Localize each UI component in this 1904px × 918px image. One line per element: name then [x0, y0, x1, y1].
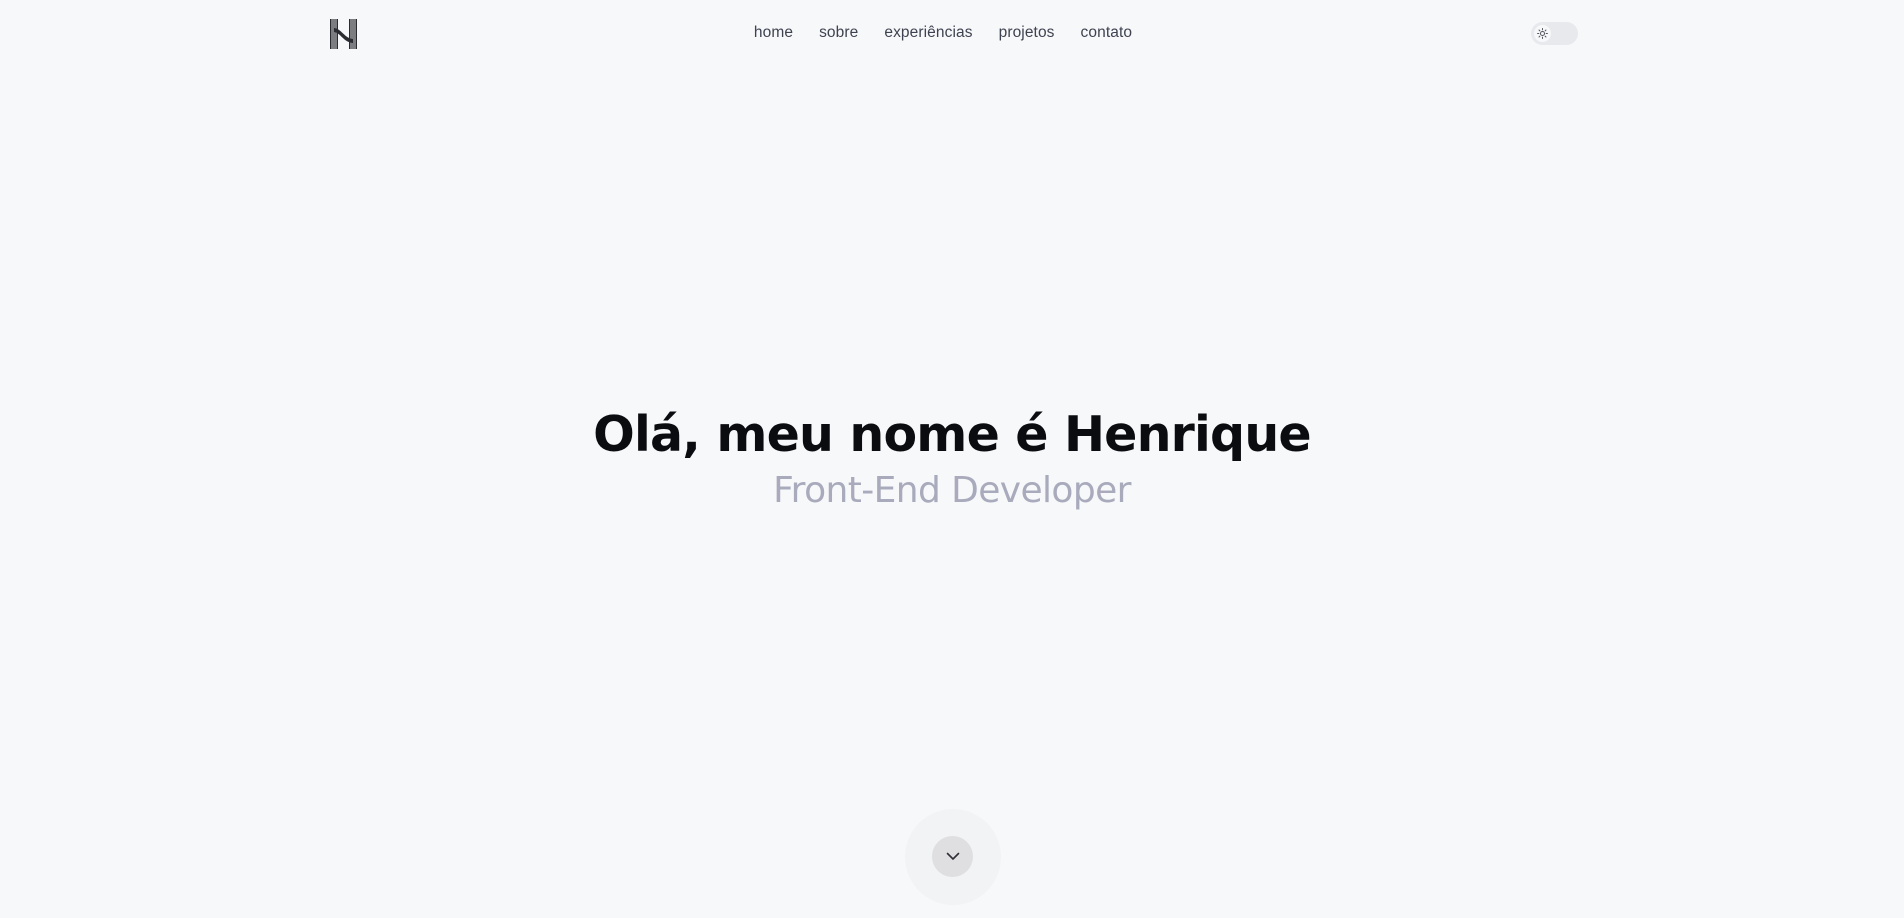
theme-toggle[interactable] [1531, 22, 1578, 45]
nav-link-contato[interactable]: contato [1081, 21, 1133, 45]
scroll-down-button[interactable] [932, 836, 973, 877]
nav-link-sobre[interactable]: sobre [819, 21, 858, 45]
hero-title: Olá, meu nome é Henrique [593, 406, 1312, 463]
main-nav: home sobre experiências projetos contato [0, 21, 1904, 45]
theme-toggle-knob [1534, 25, 1551, 42]
nav-link-projetos[interactable]: projetos [999, 21, 1055, 45]
page: home sobre experiências projetos contato [0, 0, 1904, 918]
nav-link-experiencias[interactable]: experiências [884, 21, 972, 45]
chevron-down-icon [946, 852, 959, 860]
sun-icon [1537, 28, 1548, 39]
hero-subtitle: Front-End Developer [773, 470, 1131, 511]
hero-section: Olá, meu nome é Henrique Front-End Devel… [0, 400, 1904, 512]
nav-link-home[interactable]: home [754, 21, 793, 45]
site-header: home sobre experiências projetos contato [0, 0, 1904, 66]
